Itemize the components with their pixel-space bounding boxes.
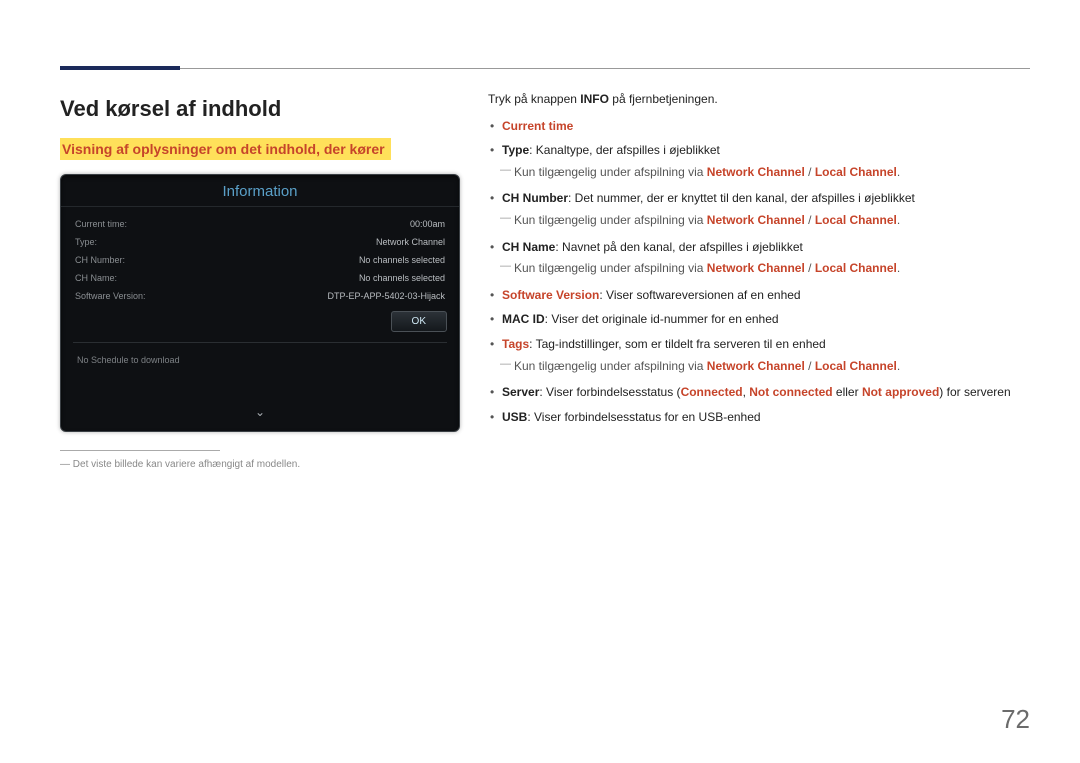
list-item: Server: Viser forbindelsesstatus (Connec… — [488, 383, 1020, 408]
sub-note: Kun tilgængelig under afspilning via Net… — [502, 208, 1020, 232]
intro-text: Tryk på knappen INFO på fjernbetjeningen… — [488, 90, 1020, 109]
info-label: CH Name: — [75, 273, 117, 283]
page-number: 72 — [1001, 704, 1030, 735]
list-item: Tags: Tag-indstillinger, som er tildelt … — [488, 335, 1020, 383]
info-value: DTP-EP-APP-5402-03-Hijack — [327, 291, 445, 301]
list-item: CH Number: Det nummer, der er knyttet ti… — [488, 189, 1020, 237]
header-rule — [60, 68, 1030, 69]
header-accent — [60, 66, 180, 70]
section-subheading: Visning af oplysninger om det indhold, d… — [60, 138, 391, 160]
info-label: Type: — [75, 237, 97, 247]
page-title: Ved kørsel af indhold — [60, 96, 460, 122]
footnote: ― Det viste billede kan variere afhængig… — [60, 459, 460, 470]
list-item: Type: Kanaltype, der afspilles i øjeblik… — [488, 141, 1020, 189]
schedule-area: No Schedule to download — [73, 342, 447, 409]
info-row: CH Number: No channels selected — [75, 251, 445, 269]
info-label: Software Version: — [75, 291, 146, 301]
chevron-down-icon: ⌄ — [61, 405, 459, 423]
sub-note: Kun tilgængelig under afspilning via Net… — [502, 160, 1020, 184]
list-item: USB: Viser forbindelsesstatus for en USB… — [488, 408, 1020, 433]
panel-title: Information — [61, 175, 459, 207]
info-row: Software Version: DTP-EP-APP-5402-03-Hija… — [75, 287, 445, 305]
list-item: Current time — [488, 117, 1020, 142]
info-value: 00:00am — [410, 219, 445, 229]
list-item: MAC ID: Viser det originale id-nummer fo… — [488, 310, 1020, 335]
info-row: Type: Network Channel — [75, 233, 445, 251]
list-item: CH Name: Navnet på den kanal, der afspil… — [488, 238, 1020, 286]
info-label: Current time: — [75, 219, 127, 229]
ok-button[interactable]: OK — [391, 311, 447, 332]
bullet-list: Current time Type: Kanaltype, der afspil… — [488, 117, 1020, 433]
info-value: Network Channel — [376, 237, 445, 247]
info-label: CH Number: — [75, 255, 125, 265]
list-item: Software Version: Viser softwareversione… — [488, 286, 1020, 311]
sub-note: Kun tilgængelig under afspilning via Net… — [502, 256, 1020, 280]
info-value: No channels selected — [359, 273, 445, 283]
information-panel: Information Current time: 00:00am Type: Ne… — [60, 174, 460, 432]
info-row: Current time: 00:00am — [75, 215, 445, 233]
info-row: CH Name: No channels selected — [75, 269, 445, 287]
sub-note: Kun tilgængelig under afspilning via Net… — [502, 354, 1020, 378]
footnote-divider — [60, 450, 220, 451]
info-value: No channels selected — [359, 255, 445, 265]
